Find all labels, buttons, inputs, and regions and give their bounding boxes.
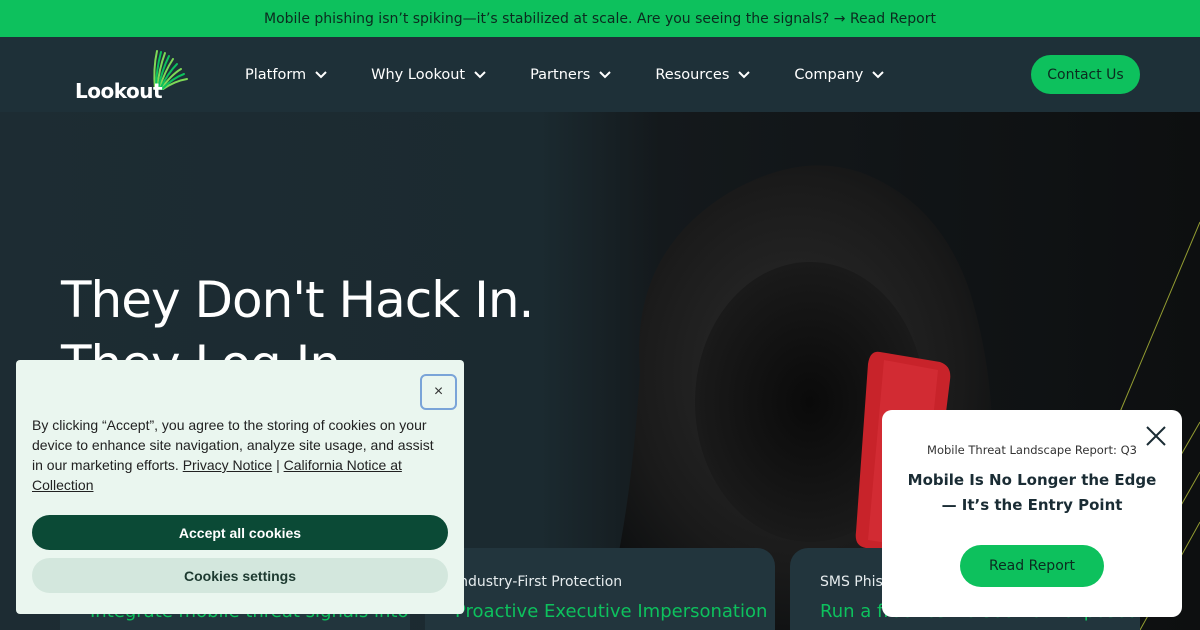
chevron-down-icon [474, 70, 486, 78]
nav-item-label: Company [794, 66, 864, 83]
hero-title-line1: They Don't Hack In. [61, 271, 534, 329]
nav-item-label: Resources [655, 66, 730, 83]
chevron-down-icon [599, 70, 612, 78]
privacy-notice-link[interactable]: Privacy Notice [183, 457, 272, 473]
nav-menu: Platform Why Lookout Partners Resources … [245, 37, 928, 112]
announcement-banner[interactable]: Mobile phishing isn’t spiking—it’s stabi… [0, 0, 1200, 37]
contact-us-button[interactable]: Contact Us [1031, 55, 1140, 94]
report-promo-popup: Mobile Threat Landscape Report: Q3 Mobil… [882, 410, 1182, 617]
card-eyebrow: SMS Phis [820, 574, 883, 590]
cookie-banner: × By clicking “Accept”, you agree to the… [16, 360, 464, 614]
main-nav: Lookout Platform Why Lookout Partners Re… [0, 37, 1200, 112]
accept-cookies-button[interactable]: Accept all cookies [32, 515, 448, 550]
nav-item-why-lookout[interactable]: Why Lookout [371, 67, 486, 83]
banner-text[interactable]: Mobile phishing isn’t spiking—it’s stabi… [264, 11, 936, 27]
promo-title: Mobile Is No Longer the Edge — It’s the … [907, 471, 1157, 514]
cookie-close-button[interactable]: × [420, 374, 457, 410]
read-report-button[interactable]: Read Report [960, 545, 1104, 587]
chevron-down-icon [315, 70, 327, 78]
promo-eyebrow: Mobile Threat Landscape Report: Q3 [927, 443, 1137, 457]
chevron-down-icon [738, 70, 751, 78]
link-separator: | [276, 457, 280, 473]
cookie-text: By clicking “Accept”, you agree to the s… [32, 415, 442, 495]
nav-item-partners[interactable]: Partners [530, 66, 612, 83]
nav-item-company[interactable]: Company [794, 66, 885, 83]
nav-item-resources[interactable]: Resources [655, 66, 751, 83]
feature-card[interactable]: Industry-First Protection Proactive Exec… [425, 548, 775, 630]
nav-item-label: Why Lookout [371, 66, 466, 83]
chevron-down-icon [872, 70, 885, 78]
nav-item-label: Partners [530, 66, 591, 83]
card-title[interactable]: Proactive Executive Impersonation [455, 601, 767, 622]
nav-item-platform[interactable]: Platform [245, 67, 327, 83]
nav-item-label: Platform [245, 66, 307, 83]
cookie-settings-button[interactable]: Cookies settings [32, 558, 448, 593]
logo-text: Lookout [75, 79, 163, 103]
card-eyebrow: Industry-First Protection [455, 574, 623, 590]
logo[interactable]: Lookout [75, 49, 195, 105]
